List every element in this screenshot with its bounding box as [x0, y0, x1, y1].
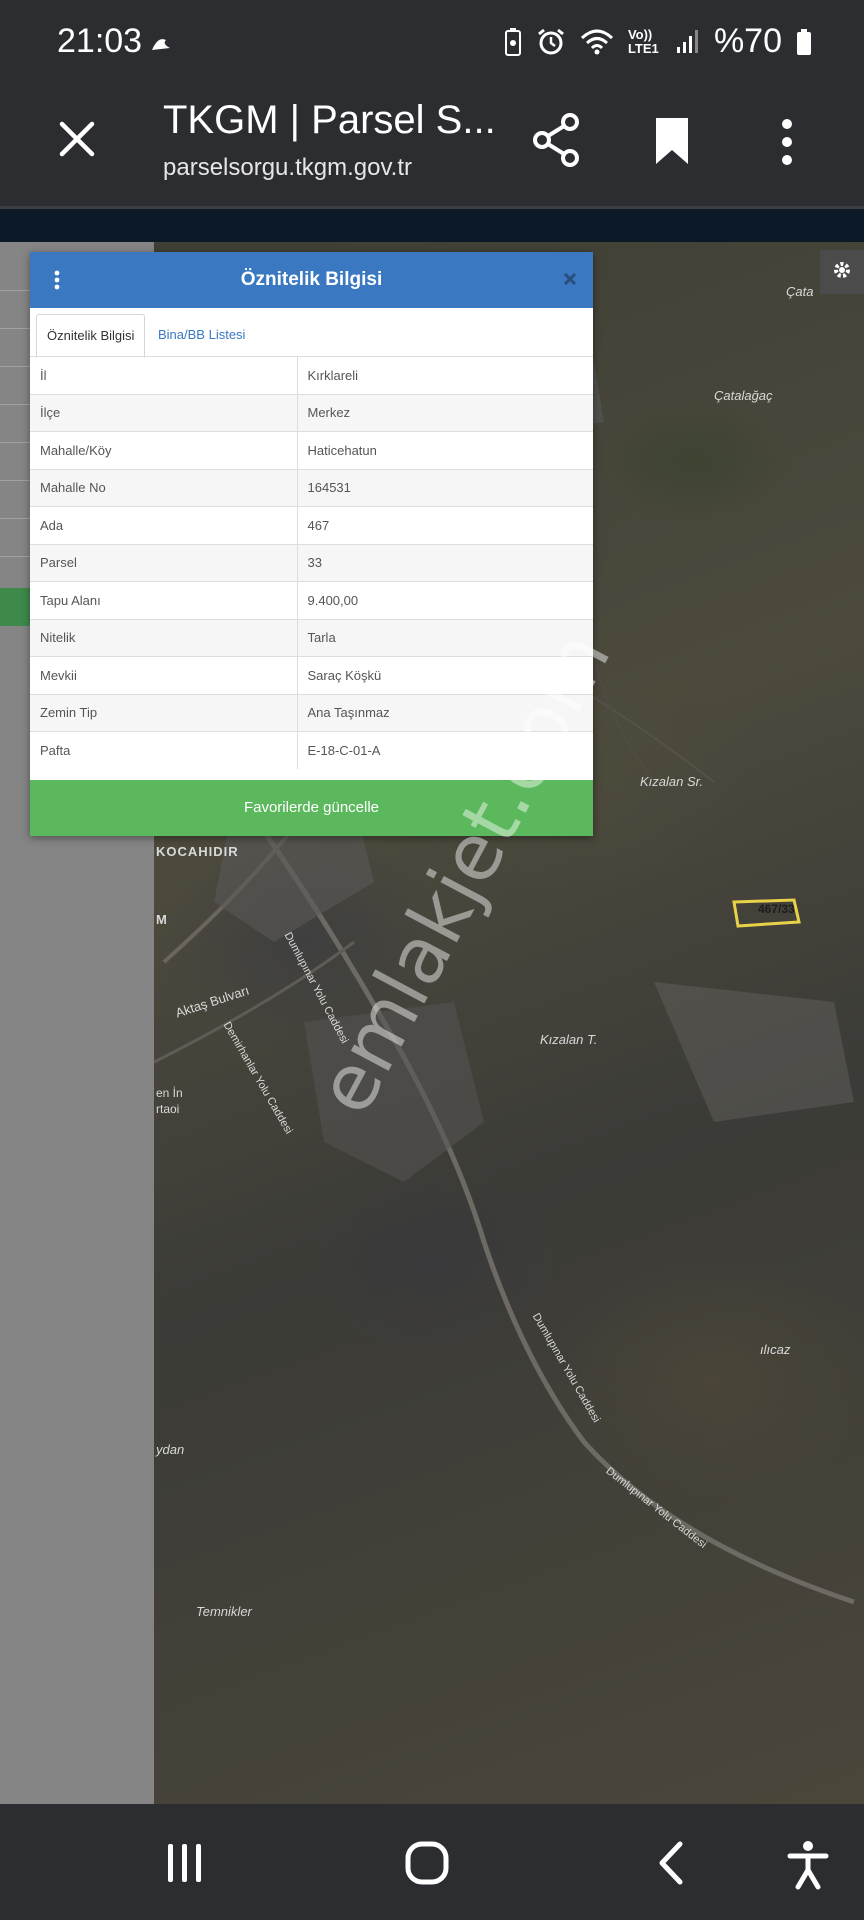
- map-label: Çata: [786, 284, 814, 299]
- wifi-icon: [580, 28, 614, 56]
- row-value: 164531: [297, 468, 593, 507]
- dialog-close-icon[interactable]: [561, 270, 579, 288]
- row-key: Pafta: [30, 731, 298, 769]
- row-key: Mevkii: [30, 656, 298, 694]
- dialog-header: Öznitelik Bilgisi: [30, 252, 593, 308]
- row-value: Merkez: [297, 393, 593, 432]
- browser-toolbar: TKGM | Parsel S... parselsorgu.tkgm.gov.…: [0, 82, 864, 206]
- table-row: Nitelik Tarla: [30, 618, 593, 657]
- map-label: Kızalan Sr.: [640, 774, 704, 789]
- tab-attribute-info[interactable]: Öznitelik Bilgisi: [36, 314, 146, 358]
- table-row: Mahalle/Köy Haticehatun: [30, 431, 593, 469]
- map-label: ydan: [156, 1442, 185, 1457]
- row-key: İlçe: [30, 393, 298, 432]
- map-settings-button[interactable]: [820, 250, 864, 294]
- accessibility-icon[interactable]: [786, 1840, 830, 1895]
- map-label: M: [156, 912, 167, 927]
- map-label: Çatalağaç: [714, 388, 773, 403]
- row-value: 33: [297, 543, 593, 582]
- row-key: Tapu Alanı: [30, 581, 298, 619]
- row-key: İl: [30, 356, 298, 394]
- dialog-tabs: Öznitelik Bilgisi Bina/BB Listesi: [30, 308, 593, 358]
- close-icon[interactable]: [52, 114, 102, 164]
- map-label: en İn: [156, 1086, 183, 1100]
- battery-saver-icon: [504, 27, 522, 57]
- table-row: Tapu Alanı 9.400,00: [30, 581, 593, 619]
- recent-apps-icon[interactable]: [162, 1840, 208, 1891]
- table-row: Ada 467: [30, 506, 593, 544]
- signal-icon: [676, 29, 700, 55]
- parcel-label[interactable]: 467/33: [758, 902, 795, 916]
- map-label: Temnikler: [196, 1604, 252, 1619]
- map-label: ılıcaz: [760, 1342, 791, 1357]
- row-key: Ada: [30, 506, 298, 544]
- more-vert-icon[interactable]: [774, 116, 800, 168]
- site-header-strip: [0, 206, 864, 245]
- row-key: Mahalle No: [30, 468, 298, 507]
- left-panel-highlight[interactable]: [0, 588, 30, 626]
- row-key: Zemin Tip: [30, 693, 298, 732]
- table-row: Mahalle No 164531: [30, 468, 593, 507]
- status-icons: Vo)) LTE1 %70: [504, 22, 812, 61]
- status-bar: 21:03 Vo)) LTE1 %70: [0, 0, 864, 82]
- page-url[interactable]: parselsorgu.tkgm.gov.tr: [163, 154, 412, 182]
- row-key: Parsel: [30, 543, 298, 582]
- row-value: Haticehatun: [297, 431, 593, 469]
- map-label: Kızalan T.: [540, 1032, 598, 1047]
- table-row: Parsel 33: [30, 543, 593, 582]
- dialog-menu-icon[interactable]: [54, 270, 60, 290]
- table-row: Mevkii Saraç Köşkü: [30, 656, 593, 694]
- battery-percent: %70: [713, 22, 782, 60]
- system-nav-bar: [0, 1804, 864, 1920]
- alarm-icon: [536, 27, 566, 57]
- tab-building-list[interactable]: Bina/BB Listesi: [148, 314, 255, 356]
- row-key: Nitelik: [30, 618, 298, 657]
- table-row: İlçe Merkez: [30, 393, 593, 432]
- night-mode-icon: [148, 30, 176, 59]
- web-page: Çata Çatalağaç Kızalan Sr. 467/33 KOCAHI…: [0, 206, 864, 1804]
- bookmark-icon[interactable]: [652, 114, 692, 168]
- gear-icon: [830, 258, 854, 287]
- page-title: TKGM | Parsel S...: [163, 98, 496, 142]
- row-value: Kırklareli: [297, 356, 593, 394]
- map-label: KOCAHIDIR: [156, 844, 239, 859]
- volte-label: Vo)) LTE1: [627, 26, 659, 56]
- map-label: rtaoi: [156, 1102, 180, 1116]
- table-row: İl Kırklareli: [30, 356, 593, 394]
- home-icon[interactable]: [404, 1840, 450, 1891]
- battery-icon: [796, 28, 812, 56]
- dialog-title: Öznitelik Bilgisi: [240, 269, 383, 290]
- row-value: 9.400,00: [297, 581, 593, 619]
- back-icon[interactable]: [652, 1840, 692, 1891]
- row-value: 467: [297, 506, 593, 544]
- share-icon[interactable]: [532, 112, 580, 168]
- status-time: 21:03: [57, 22, 143, 60]
- row-key: Mahalle/Köy: [30, 431, 298, 469]
